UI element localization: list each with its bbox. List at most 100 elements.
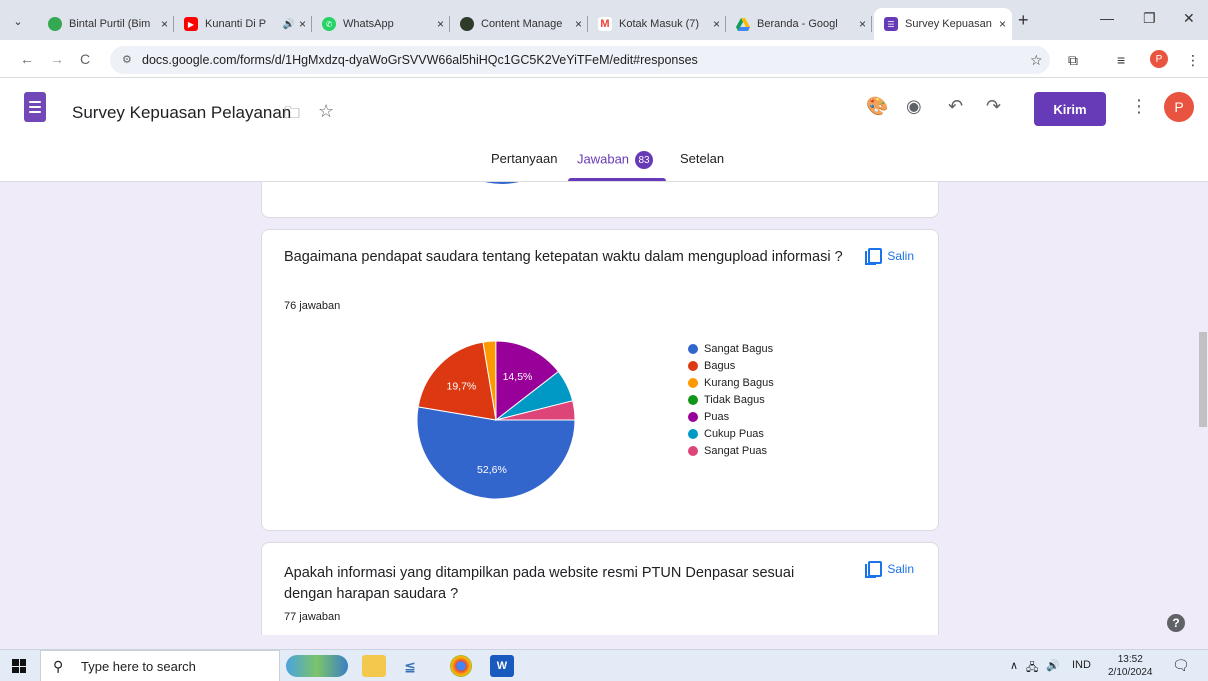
- speaker-icon[interactable]: 🔊: [283, 19, 295, 30]
- palette-icon[interactable]: 🎨: [866, 96, 888, 117]
- browser-menu-icon[interactable]: ⋮: [1186, 52, 1200, 69]
- tab-responses-label: Jawaban: [577, 151, 630, 167]
- form-tabs: Pertanyaan Jawaban 83 Setelan: [0, 146, 1208, 182]
- tab-close-icon[interactable]: ×: [713, 17, 720, 31]
- content-icon: [460, 17, 474, 31]
- browser-tab-active[interactable]: ☰ Survey Kepuasan ×: [874, 8, 1012, 40]
- tab-close-icon[interactable]: ×: [161, 17, 168, 31]
- restore-icon[interactable]: ❐: [1143, 10, 1156, 27]
- tab-close-icon[interactable]: ×: [999, 17, 1006, 31]
- pie-slice-sangat-bagus[interactable]: [416, 406, 576, 500]
- browser-tab[interactable]: Bintal Purtil (Bim ×: [38, 8, 174, 40]
- tab-close-icon[interactable]: ×: [859, 17, 866, 31]
- redo-icon[interactable]: ↷: [986, 96, 1001, 117]
- chart-legend: Sangat Bagus Bagus Kurang Bagus Tidak Bagus…: [688, 340, 774, 459]
- tab-title: Kunanti Di P: [205, 18, 267, 30]
- send-button[interactable]: Kirim: [1034, 92, 1106, 126]
- file-explorer-icon[interactable]: [362, 655, 386, 677]
- legend-item: Cukup Puas: [688, 425, 774, 442]
- legend-item: Sangat Puas: [688, 442, 774, 459]
- search-icon: ⚲: [53, 658, 64, 674]
- browser-tab[interactable]: ▶ Kunanti Di P 🔊 ×: [174, 8, 312, 40]
- browser-tab-strip: ⌄ Bintal Purtil (Bim × ▶ Kunanti Di P 🔊 …: [0, 0, 1208, 40]
- tab-responses[interactable]: Jawaban 83: [577, 151, 654, 169]
- tab-title: Content Manage: [481, 18, 563, 30]
- tab-settings[interactable]: Setelan: [680, 151, 724, 166]
- task-view-icon[interactable]: ≦: [398, 655, 422, 677]
- language-indicator[interactable]: IND: [1072, 659, 1091, 671]
- pie-slice-label: 52,6%: [477, 464, 507, 476]
- volume-icon[interactable]: 🔊: [1046, 659, 1060, 672]
- notification-icon[interactable]: 🗨: [1172, 657, 1190, 674]
- form-title[interactable]: Survey Kepuasan Pelayanan: [72, 103, 291, 123]
- tab-title: Beranda - Googl: [757, 18, 838, 30]
- page-scrollbar[interactable]: [1199, 332, 1207, 427]
- preview-eye-icon[interactable]: ◉: [906, 96, 922, 117]
- chrome-icon[interactable]: [450, 655, 472, 677]
- reading-list-icon[interactable]: ≡: [1117, 52, 1125, 68]
- browser-tab[interactable]: Beranda - Googl ×: [726, 8, 872, 40]
- copy-label: Salin: [887, 249, 914, 263]
- browser-tab[interactable]: M Kotak Masuk (7) ×: [588, 8, 726, 40]
- tab-close-icon[interactable]: ×: [575, 17, 582, 31]
- minimize-icon[interactable]: —: [1100, 10, 1114, 26]
- tray-chevron-icon[interactable]: ∧: [1010, 659, 1018, 672]
- responses-count-badge: 83: [635, 151, 654, 169]
- close-window-icon[interactable]: ✕: [1183, 10, 1195, 27]
- undo-icon[interactable]: ↶: [948, 96, 963, 117]
- youtube-icon: ▶: [184, 17, 198, 31]
- browser-tab[interactable]: ✆ WhatsApp ×: [312, 8, 450, 40]
- tab-questions[interactable]: Pertanyaan: [491, 151, 558, 166]
- clock[interactable]: 13:52 2/10/2024: [1108, 653, 1153, 679]
- forms-header: Survey Kepuasan Pelayanan 🗀 ☆ 🎨 ◉ ↶ ↷ Ki…: [0, 78, 1208, 182]
- copy-icon: [865, 248, 883, 265]
- tab-close-icon[interactable]: ×: [299, 17, 306, 31]
- previous-question-card: [261, 182, 939, 218]
- back-icon[interactable]: ←: [20, 51, 34, 67]
- copy-chart-button[interactable]: Salin: [865, 248, 914, 265]
- legend-item: Sangat Bagus: [688, 340, 774, 357]
- new-tab-button[interactable]: +: [1018, 10, 1029, 31]
- windows-taskbar: ⚲ Type here to search ≦ W ∧ 🖧 🔊 IND 13:5…: [0, 649, 1208, 681]
- reload-icon[interactable]: C: [80, 51, 90, 67]
- responses-content[interactable]: Bagaimana pendapat saudara tentang ketep…: [0, 182, 1208, 635]
- tab-title: WhatsApp: [343, 18, 394, 30]
- network-icon[interactable]: 🖧: [1026, 659, 1038, 678]
- avatar[interactable]: P: [1164, 92, 1194, 122]
- previous-pie-chart-fragment: [485, 182, 519, 185]
- news-widget-icon[interactable]: [286, 655, 348, 677]
- browser-profile-avatar[interactable]: P: [1150, 50, 1168, 68]
- legend-swatch: [688, 411, 698, 422]
- copy-chart-button[interactable]: Salin: [865, 561, 914, 578]
- tab-close-icon[interactable]: ×: [437, 17, 444, 31]
- browser-tab[interactable]: Content Manage ×: [450, 8, 588, 40]
- forward-icon[interactable]: →: [50, 51, 64, 67]
- pie-slice-label: 14,5%: [503, 371, 533, 383]
- pie-chart: 52,6% 19,7% 14,5%: [416, 340, 576, 500]
- site-info-icon[interactable]: ⚙: [122, 53, 132, 66]
- word-icon[interactable]: W: [490, 655, 514, 677]
- tab-title: Bintal Purtil (Bim: [69, 18, 151, 30]
- drive-icon: [736, 17, 750, 31]
- windows-start-icon[interactable]: [12, 659, 26, 673]
- folder-icon[interactable]: 🗀: [284, 102, 300, 129]
- legend-swatch: [688, 360, 698, 371]
- star-icon[interactable]: ☆: [318, 101, 334, 122]
- taskbar-search-input[interactable]: ⚲ Type here to search: [40, 650, 280, 681]
- forms-logo-icon[interactable]: [24, 92, 46, 122]
- search-placeholder: Type here to search: [81, 658, 196, 674]
- legend-label: Cukup Puas: [704, 427, 764, 440]
- legend-label: Kurang Bagus: [704, 376, 774, 389]
- clock-date: 2/10/2024: [1108, 667, 1153, 678]
- url-field[interactable]: ⚙ docs.google.com/forms/d/1HgMxdzq-dyaWo…: [110, 46, 1050, 74]
- question-card: Bagaimana pendapat saudara tentang ketep…: [261, 229, 939, 531]
- extensions-icon[interactable]: ⧉: [1068, 52, 1078, 69]
- tab-title: Survey Kepuasan: [905, 18, 992, 30]
- tab-search-icon[interactable]: ⌄: [6, 9, 30, 33]
- legend-swatch: [688, 377, 698, 388]
- legend-label: Puas: [704, 410, 730, 423]
- help-icon[interactable]: ?: [1167, 614, 1185, 632]
- bookmark-star-icon[interactable]: ☆: [1030, 52, 1043, 69]
- legend-swatch: [688, 428, 698, 439]
- more-options-icon[interactable]: ⋮: [1130, 96, 1148, 117]
